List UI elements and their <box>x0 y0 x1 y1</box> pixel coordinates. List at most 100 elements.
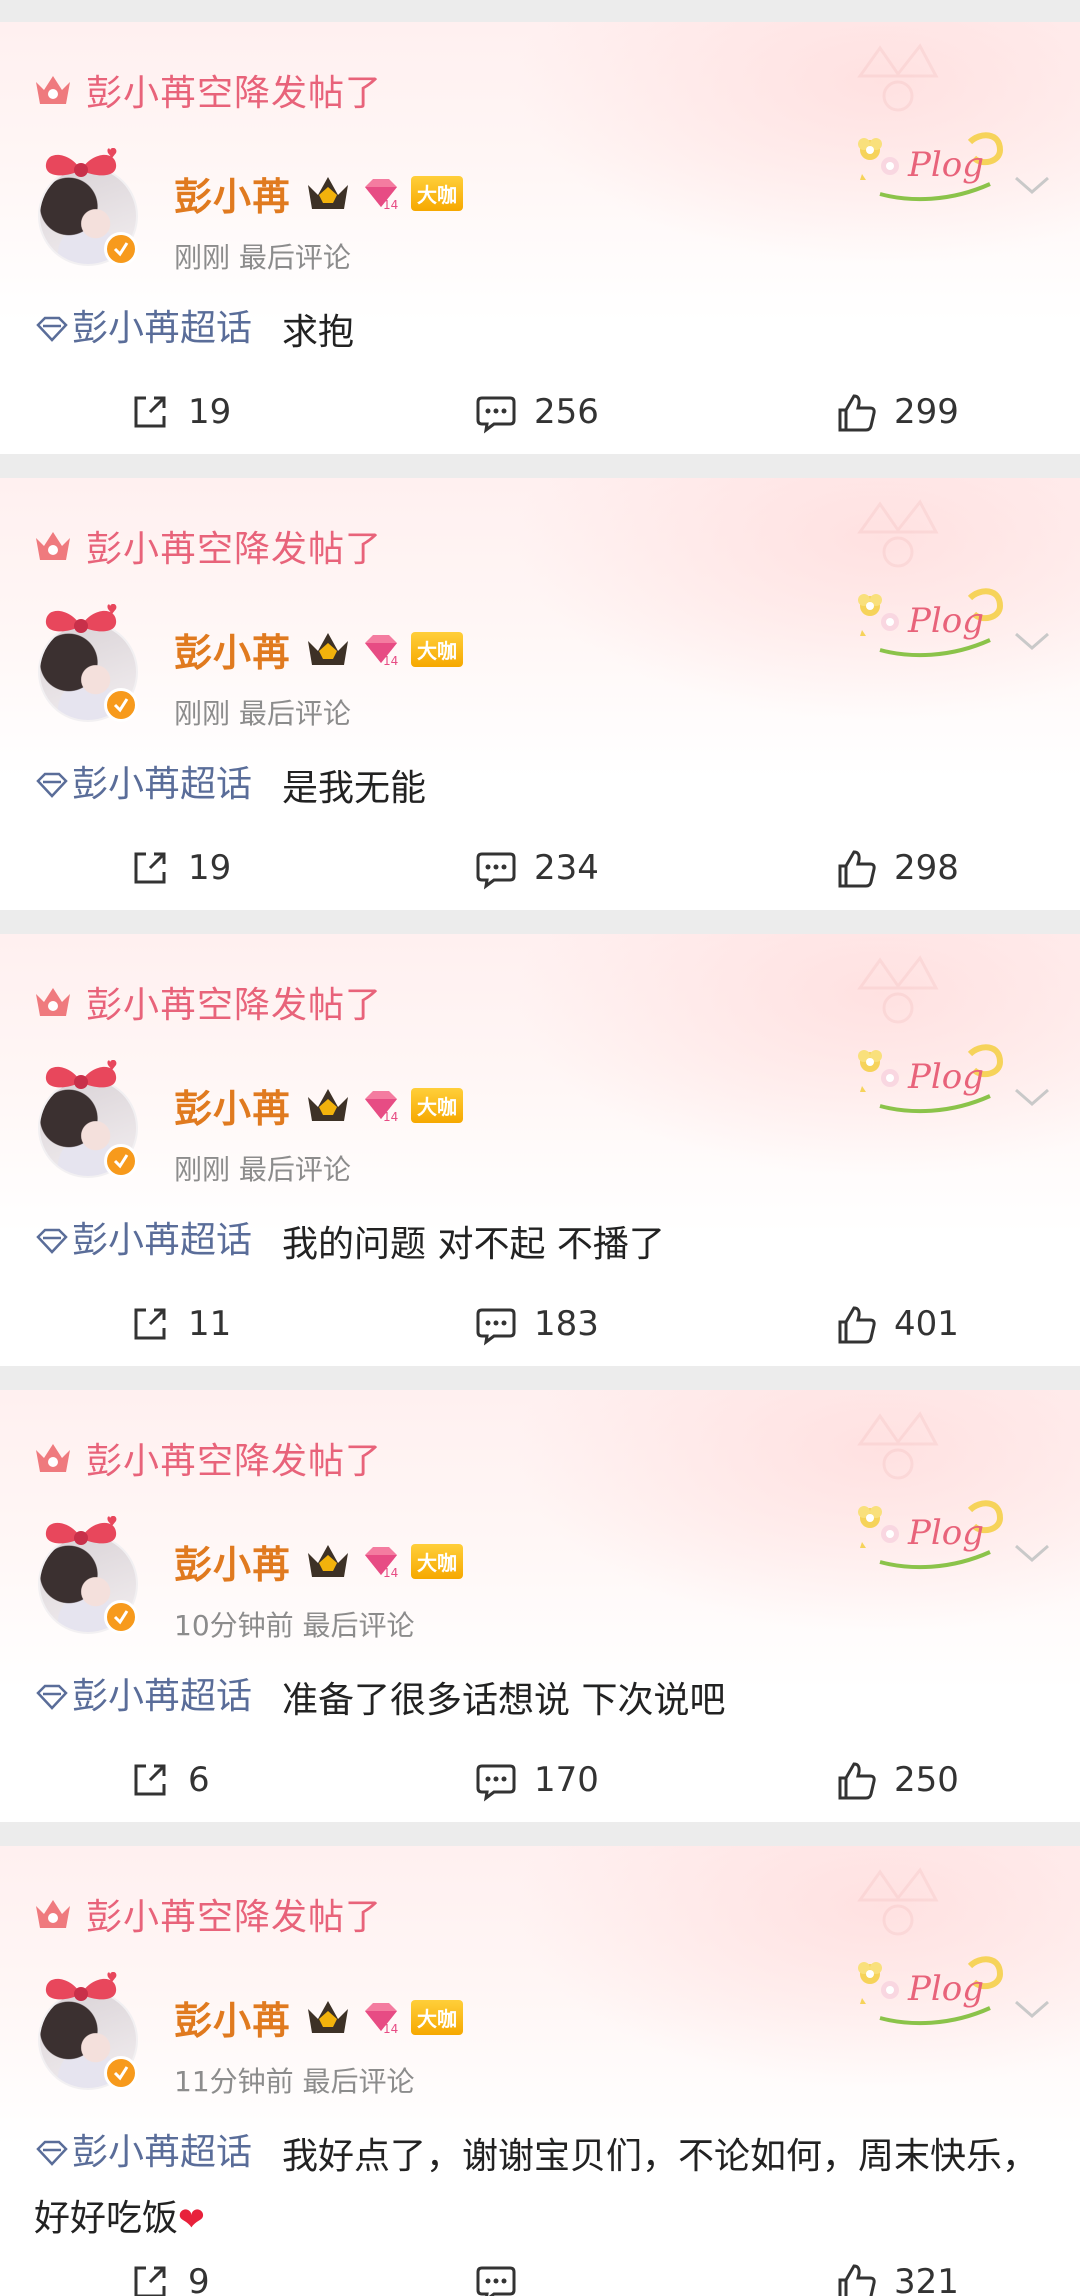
like-count: 298 <box>894 848 959 888</box>
super-topic-link[interactable]: 彭小苒超话 <box>34 2122 252 2184</box>
banner-text: 彭小苒空降发帖了 <box>86 73 383 114</box>
avatar[interactable] <box>34 1516 142 1634</box>
chevron-down-icon[interactable] <box>1010 170 1054 200</box>
post-card[interactable]: 彭小苒空降发帖了 彭小苒 14 <box>0 478 1080 910</box>
post-time: 11分钟前 <box>174 2065 294 2098</box>
avatar[interactable] <box>34 1972 142 2090</box>
username[interactable]: 彭小苒 <box>174 166 291 221</box>
comment-button[interactable]: 183 <box>474 1296 599 1352</box>
gem-level-icon: 14 <box>365 1547 398 1580</box>
like-button[interactable]: 321 <box>834 2254 959 2296</box>
share-button[interactable]: 9 <box>128 2254 210 2296</box>
username[interactable]: 彭小苒 <box>174 622 291 677</box>
action-bar: 11 183 401 <box>0 1296 1080 1352</box>
like-icon <box>838 1762 876 1800</box>
share-count: 9 <box>188 2262 210 2296</box>
comment-button[interactable]: 170 <box>474 1752 599 1808</box>
weibo-feed: 彭小苒空降发帖了 彭小苒 14 大咖 刚刚 最后评论 Plog 彭小苒超话 求抱… <box>0 0 1080 2296</box>
diamond-icon <box>36 772 68 798</box>
share-button[interactable]: 6 <box>128 1752 210 1808</box>
heart-emoji: ❤ <box>178 2200 205 2238</box>
action-bar: 9 321 <box>0 2254 1080 2296</box>
like-count: 321 <box>894 2262 959 2296</box>
post-card[interactable]: 彭小苒空降发帖了 彭小苒 14 <box>0 1846 1080 2296</box>
super-topic-label: 彭小苒超话 <box>72 1676 253 1717</box>
airdrop-banner: 彭小苒空降发帖了 <box>32 1436 382 1482</box>
last-comment-label: 最后评论 <box>302 1609 415 1642</box>
gem-level-icon: 14 <box>365 2003 398 2036</box>
super-topic-label: 彭小苒超话 <box>72 308 253 349</box>
comment-button[interactable]: 256 <box>474 384 599 440</box>
comment-icon <box>476 852 516 890</box>
vip-crown-icon <box>308 2001 349 2033</box>
plog-sticker-icon: Plog <box>858 1500 1004 1570</box>
crown-icon <box>36 988 70 1016</box>
avatar[interactable] <box>34 148 142 266</box>
share-icon <box>134 1764 166 1796</box>
svg-text:14: 14 <box>383 198 398 212</box>
crown-icon <box>36 1900 70 1928</box>
banner-text: 彭小苒空降发帖了 <box>86 529 383 570</box>
airdrop-banner: 彭小苒空降发帖了 <box>32 524 382 570</box>
post-meta: 刚刚 最后评论 <box>174 692 351 732</box>
post-content: 彭小苒超话 我好点了，谢谢宝贝们，不论如何，周末快乐，好好吃饭❤ <box>34 2122 1054 2250</box>
super-topic-link[interactable]: 彭小苒超话 <box>34 298 252 360</box>
super-topic-link[interactable]: 彭小苒超话 <box>34 754 252 816</box>
post-meta: 刚刚 最后评论 <box>174 236 351 276</box>
share-button[interactable]: 11 <box>128 1296 231 1352</box>
crown-icon <box>36 76 70 104</box>
like-button[interactable]: 298 <box>834 840 959 896</box>
post-content: 彭小苒超话 我的问题 对不起 不播了 <box>34 1210 1054 1276</box>
background-star-decoration <box>857 955 939 1024</box>
plog-sticker-icon: Plog <box>858 132 1004 202</box>
post-card[interactable]: 彭小苒空降发帖了 彭小苒 14 <box>0 1390 1080 1822</box>
post-meta: 11分钟前 最后评论 <box>174 2060 415 2100</box>
comment-count: 256 <box>534 392 599 432</box>
like-button[interactable]: 299 <box>834 384 959 440</box>
comment-icon <box>476 2266 516 2296</box>
post-content: 彭小苒超话 准备了很多话想说 下次说吧 <box>34 1666 1054 1732</box>
plog-sticker-icon: Plog <box>858 1956 1004 2026</box>
chevron-down-icon[interactable] <box>1010 1082 1054 1112</box>
daka-badge: 大咖 <box>411 631 464 667</box>
like-icon <box>838 850 876 888</box>
post-text: 求抱 <box>282 312 355 353</box>
super-topic-link[interactable]: 彭小苒超话 <box>34 1210 252 1272</box>
share-button[interactable]: 19 <box>128 384 231 440</box>
gem-level-icon: 14 <box>365 635 398 668</box>
like-button[interactable]: 250 <box>834 1752 959 1808</box>
last-comment-label: 最后评论 <box>238 1153 351 1186</box>
avatar[interactable] <box>34 604 142 722</box>
bow-decoration-icon <box>45 1516 117 1545</box>
svg-text:14: 14 <box>383 1566 398 1580</box>
airdrop-banner: 彭小苒空降发帖了 <box>32 1892 382 1938</box>
like-button[interactable]: 401 <box>834 1296 959 1352</box>
background-star-decoration <box>857 43 939 112</box>
daka-badge: 大咖 <box>411 175 464 211</box>
verified-icon <box>104 1600 138 1634</box>
username-row: 彭小苒 14 大咖 <box>174 1078 464 1133</box>
chevron-down-icon[interactable] <box>1010 1994 1054 2024</box>
super-topic-link[interactable]: 彭小苒超话 <box>34 1666 252 1728</box>
diamond-icon <box>36 2140 68 2166</box>
share-icon <box>134 1308 166 1340</box>
username[interactable]: 彭小苒 <box>174 1534 291 1589</box>
username-row: 彭小苒 14 大咖 <box>174 166 464 221</box>
username[interactable]: 彭小苒 <box>174 1078 291 1133</box>
gem-level-icon: 14 <box>365 179 398 212</box>
comment-button[interactable] <box>474 2254 534 2296</box>
post-card[interactable]: 彭小苒空降发帖了 彭小苒 14 <box>0 934 1080 1366</box>
avatar[interactable] <box>34 1060 142 1178</box>
like-icon <box>838 1306 876 1344</box>
share-button[interactable]: 19 <box>128 840 231 896</box>
comment-button[interactable]: 234 <box>474 840 599 896</box>
share-icon <box>134 396 166 428</box>
username[interactable]: 彭小苒 <box>174 1990 291 2045</box>
banner-text: 彭小苒空降发帖了 <box>86 1441 383 1482</box>
chevron-down-icon[interactable] <box>1010 1538 1054 1568</box>
share-count: 11 <box>188 1304 232 1344</box>
crown-icon <box>36 1444 70 1472</box>
svg-text:Plog: Plog <box>907 601 984 641</box>
post-card[interactable]: 彭小苒空降发帖了 彭小苒 14 <box>0 22 1080 454</box>
chevron-down-icon[interactable] <box>1010 626 1054 656</box>
